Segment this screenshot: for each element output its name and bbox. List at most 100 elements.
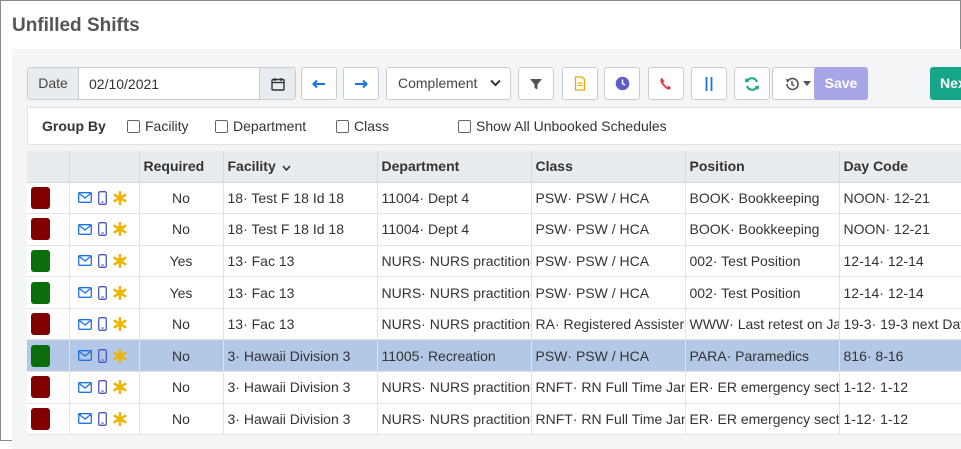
page-title: Unfilled Shifts: [12, 15, 140, 36]
day-code-cell: 816· 8-16: [839, 339, 961, 373]
class-cell: PSW· PSW / HCA: [531, 182, 686, 215]
save-button[interactable]: Save: [814, 67, 868, 100]
status-cell: [27, 245, 70, 278]
class-checkbox[interactable]: [336, 119, 349, 133]
table-row[interactable]: No 18· Test F 18 Id 18 11004· Dept 4 PSW· P…: [27, 182, 961, 215]
position-cell: 002· Test Position: [685, 276, 840, 309]
asterisk-icon[interactable]: [112, 411, 127, 426]
show-all-unbooked-checkbox[interactable]: [458, 119, 471, 133]
mobile-phone-icon[interactable]: [97, 285, 107, 300]
refresh-button[interactable]: [734, 67, 770, 100]
day-code-column-header[interactable]: Day Code: [839, 151, 961, 183]
mobile-phone-icon[interactable]: [97, 380, 107, 395]
department-checkbox[interactable]: [215, 119, 228, 133]
facility-cell: 3· Hawaii Division 3: [223, 371, 378, 404]
status-cell: [27, 339, 70, 373]
email-icon[interactable]: [77, 381, 92, 393]
next-button[interactable]: Nex: [930, 67, 961, 100]
day-code-cell: 12-14· 12-14: [839, 245, 961, 278]
department-header-label: Department: [381, 158, 460, 175]
mobile-phone-icon[interactable]: [97, 190, 107, 205]
email-icon[interactable]: [77, 287, 92, 299]
document-icon: [574, 76, 586, 91]
facility-cell: 18· Test F 18 Id 18: [223, 213, 378, 246]
facility-column-header[interactable]: Facility: [223, 151, 378, 183]
actions-cell: [69, 403, 140, 436]
email-icon[interactable]: [77, 350, 92, 362]
facility-checkbox-label: Facility: [145, 118, 189, 134]
actions-cell: [69, 308, 140, 341]
group-by-facility[interactable]: Facility: [127, 118, 189, 134]
date-label: Date: [28, 68, 79, 99]
call-button[interactable]: [648, 67, 684, 100]
email-icon[interactable]: [77, 318, 92, 330]
next-date-button[interactable]: [343, 67, 379, 100]
arrow-right-icon: [354, 79, 368, 89]
calendar-button[interactable]: [259, 68, 295, 99]
day-code-cell: 12-14· 12-14: [839, 276, 961, 309]
table-row[interactable]: No 18· Test F 18 Id 18 11004· Dept 4 PSW· P…: [27, 213, 961, 246]
status-cell: [27, 276, 70, 309]
date-group: Date: [27, 67, 296, 100]
group-by-department[interactable]: Department: [215, 118, 306, 134]
chevron-down-icon: [490, 68, 501, 99]
actions-cell: [69, 213, 140, 246]
class-column-header[interactable]: Class: [531, 151, 686, 183]
day-code-cell: 1-12· 1-12: [839, 371, 961, 404]
mobile-phone-icon[interactable]: [97, 222, 107, 237]
table-row[interactable]: No 3· Hawaii Division 3 NURS· NURS practit…: [27, 371, 961, 404]
asterisk-icon[interactable]: [112, 317, 127, 332]
day-code-cell: NOON· 12-21: [839, 182, 961, 215]
facility-cell: 3· Hawaii Division 3: [223, 339, 378, 373]
complement-select[interactable]: Complement: [386, 67, 511, 100]
table-row[interactable]: Yes 13· Fac 13 NURS· NURS practitione PSW· …: [27, 276, 961, 309]
class-cell: RNFT· RN Full Time Jan: [531, 371, 686, 404]
asterisk-icon[interactable]: [112, 253, 127, 268]
required-cell: No: [139, 308, 224, 341]
status-swatch: [31, 313, 50, 336]
asterisk-icon[interactable]: [112, 348, 127, 363]
position-cell: WWW· Last retest on Ja: [685, 308, 840, 341]
required-cell: No: [139, 182, 224, 215]
caret-down-icon: [802, 81, 811, 86]
clock-button[interactable]: [604, 67, 640, 100]
date-input[interactable]: [79, 68, 259, 99]
show-all-unbooked-label: Show All Unbooked Schedules: [476, 118, 667, 134]
email-icon[interactable]: [77, 255, 92, 267]
class-checkbox-label: Class: [354, 118, 390, 134]
arrow-left-icon: [312, 79, 326, 89]
actions-column-header: [69, 151, 140, 183]
email-icon[interactable]: [77, 192, 92, 204]
facility-checkbox[interactable]: [127, 119, 140, 133]
asterisk-icon[interactable]: [112, 380, 127, 395]
previous-date-button[interactable]: [301, 67, 337, 100]
actions-cell: [69, 182, 140, 215]
position-cell: ER· ER emergency secto: [685, 403, 840, 436]
required-cell: No: [139, 403, 224, 436]
department-column-header[interactable]: Department: [377, 151, 532, 183]
columns-button[interactable]: [691, 67, 727, 100]
asterisk-icon[interactable]: [112, 222, 127, 237]
position-column-header[interactable]: Position: [685, 151, 840, 183]
table-row[interactable]: No 3· Hawaii Division 3 11005· Recreation P…: [27, 339, 961, 373]
mobile-phone-icon[interactable]: [97, 348, 107, 363]
asterisk-icon[interactable]: [112, 285, 127, 300]
mobile-phone-icon[interactable]: [97, 254, 107, 268]
email-icon[interactable]: [77, 223, 92, 235]
table-body: No 18· Test F 18 Id 18 11004· Dept 4 PSW· P…: [27, 182, 961, 436]
table-row[interactable]: Yes 13· Fac 13 NURS· NURS practitione PSW· …: [27, 245, 961, 278]
status-swatch: [31, 249, 50, 272]
phone-icon: [658, 76, 674, 92]
mobile-phone-icon[interactable]: [97, 412, 107, 426]
position-cell: BOOK· Bookkeeping: [685, 213, 840, 246]
table-row[interactable]: No 13· Fac 13 NURS· NURS practitione RA· Re…: [27, 308, 961, 341]
asterisk-icon[interactable]: [112, 190, 127, 205]
required-column-header[interactable]: Required: [139, 151, 224, 183]
table-row[interactable]: No 3· Hawaii Division 3 NURS· NURS practit…: [27, 403, 961, 436]
mobile-phone-icon[interactable]: [97, 317, 107, 332]
group-by-class[interactable]: Class: [336, 118, 389, 134]
document-button[interactable]: [562, 67, 598, 100]
filter-button[interactable]: [518, 67, 554, 100]
show-all-unbooked[interactable]: Show All Unbooked Schedules: [458, 118, 667, 134]
email-icon[interactable]: [77, 413, 92, 425]
